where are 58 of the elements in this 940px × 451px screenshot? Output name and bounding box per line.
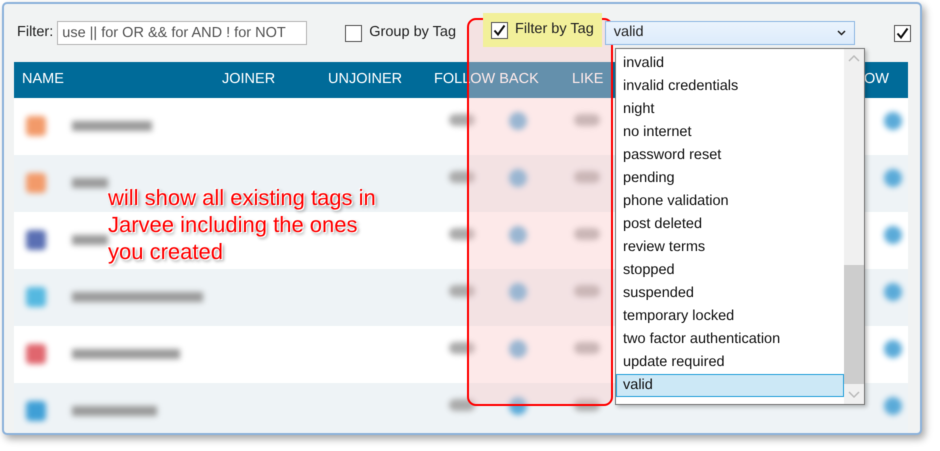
checkbox[interactable] <box>894 24 911 42</box>
blurred-shape <box>449 399 475 411</box>
filter-label: Filter: <box>17 23 54 42</box>
blurred-shape <box>574 228 600 240</box>
blurred-dot <box>884 340 902 358</box>
blurred-shape <box>449 342 475 354</box>
blurred-shape <box>574 171 600 183</box>
dropdown-option[interactable]: phone validation <box>616 190 844 213</box>
blurred-dot <box>884 397 902 415</box>
blurred-shape <box>449 114 475 126</box>
column-header: UNJOINER <box>328 70 402 90</box>
filter-field[interactable]: use || for OR && for AND ! for NOT <box>57 21 308 45</box>
scroll-thumb[interactable] <box>844 265 864 384</box>
blurred-shape <box>574 342 600 354</box>
blurred-shape <box>449 228 475 240</box>
dropdown-option[interactable]: review terms <box>616 236 844 259</box>
scrollbar[interactable] <box>844 49 864 404</box>
column-header: NAME <box>22 70 64 90</box>
checkbox-label: Group by Tag <box>369 23 456 42</box>
blurred-dot <box>884 169 902 187</box>
blurred-shape <box>574 285 600 297</box>
blurred-dot <box>509 340 527 358</box>
blurred-shape <box>449 285 475 297</box>
blurred-text <box>72 235 108 245</box>
blurred-shape <box>449 171 475 183</box>
blurred-shape <box>574 114 600 126</box>
dropdown-option[interactable]: no internet <box>616 121 844 144</box>
dropdown-option[interactable]: invalid credentials <box>616 75 844 98</box>
tag-select[interactable]: valid <box>604 21 855 45</box>
checkbox[interactable] <box>345 24 362 42</box>
blurred-shape <box>574 399 600 411</box>
dropdown-option[interactable]: password reset <box>616 144 844 167</box>
column-header: LIKE <box>572 70 604 90</box>
blurred-dot <box>884 283 902 301</box>
column-header: OW <box>864 70 889 90</box>
caret-icon <box>836 30 846 36</box>
blurred-dot <box>509 397 527 415</box>
checkbox[interactable] <box>491 22 508 38</box>
dropdown-option[interactable]: post deleted <box>616 213 844 236</box>
dropdown-option[interactable]: valid <box>616 374 844 397</box>
blurred-dot <box>884 226 902 244</box>
dropdown-option[interactable]: pending <box>616 167 844 190</box>
blurred-text <box>72 178 108 188</box>
column-header: JOINER <box>222 70 276 90</box>
dropdown-option[interactable]: temporary locked <box>616 305 844 328</box>
checkbox-label: Filter by Tag <box>515 20 594 40</box>
dropdown-option[interactable]: night <box>616 98 844 121</box>
blurred-dot <box>509 169 527 187</box>
dropdown-option[interactable]: suspended <box>616 282 844 305</box>
blurred-dot <box>509 112 527 130</box>
blurred-dot <box>884 112 902 130</box>
dropdown-option[interactable]: update required <box>616 351 844 374</box>
blurred-dot <box>509 226 527 244</box>
dropdown-option[interactable]: two factor authentication <box>616 328 844 351</box>
dropdown-option[interactable]: stopped <box>616 259 844 282</box>
blurred-dot <box>509 283 527 301</box>
annotation-text: will show all existing tags in Jarvee including the ones you created <box>108 184 376 265</box>
dropdown-option[interactable]: invalid <box>616 52 844 75</box>
